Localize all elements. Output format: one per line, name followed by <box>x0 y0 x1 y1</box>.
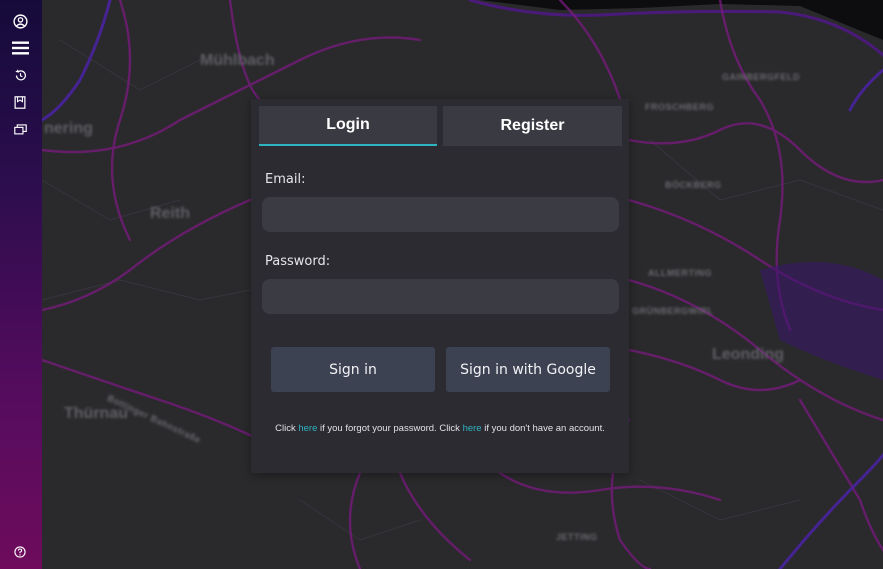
auth-dialog: Login Register Email: Password: Sign in … <box>251 99 629 473</box>
map-label: Mühlbach <box>200 52 275 69</box>
register-link[interactable]: here <box>463 423 482 434</box>
help-text: Click here if you forgot your password. … <box>271 423 609 434</box>
forgot-password-link[interactable]: here <box>298 423 317 434</box>
password-field[interactable] <box>262 279 619 314</box>
help-text-part: Click <box>275 423 299 434</box>
password-label: Password: <box>265 254 331 269</box>
bookmark-icon[interactable] <box>11 93 29 111</box>
map-label: ALLMERTING <box>648 268 712 278</box>
map-label: Reith <box>150 205 190 222</box>
account-icon[interactable] <box>11 12 29 30</box>
help-text-part: if you forgot your password. Click <box>317 423 463 434</box>
map-label: GAINBERGFELD <box>722 72 800 82</box>
map-label: BÖCKBERG <box>665 180 722 190</box>
map-label: FROSCHBERG <box>645 102 715 112</box>
map-label: Leonding <box>712 346 784 363</box>
tab-login-label: Login <box>326 116 370 133</box>
tab-register[interactable]: Register <box>443 106 622 146</box>
tab-register-label: Register <box>500 117 565 134</box>
sign-in-google-button[interactable]: Sign in with Google <box>446 347 610 392</box>
sidebar <box>0 0 42 569</box>
layers-icon[interactable] <box>11 120 29 138</box>
map-label: JETTING <box>556 532 598 542</box>
sign-in-label: Sign in <box>329 361 377 378</box>
email-field[interactable] <box>262 197 619 232</box>
map-label: GRÜNBERGWIRL <box>632 306 714 316</box>
email-label: Email: <box>265 172 306 187</box>
history-icon[interactable] <box>11 66 29 84</box>
sign-in-button[interactable]: Sign in <box>271 347 435 392</box>
menu-icon[interactable] <box>11 39 29 57</box>
help-icon[interactable] <box>11 543 29 561</box>
map-label: nering <box>44 120 93 137</box>
sign-in-google-label: Sign in with Google <box>460 361 596 378</box>
help-text-part: if you don't have an account. <box>481 423 605 434</box>
tab-login[interactable]: Login <box>259 106 437 146</box>
